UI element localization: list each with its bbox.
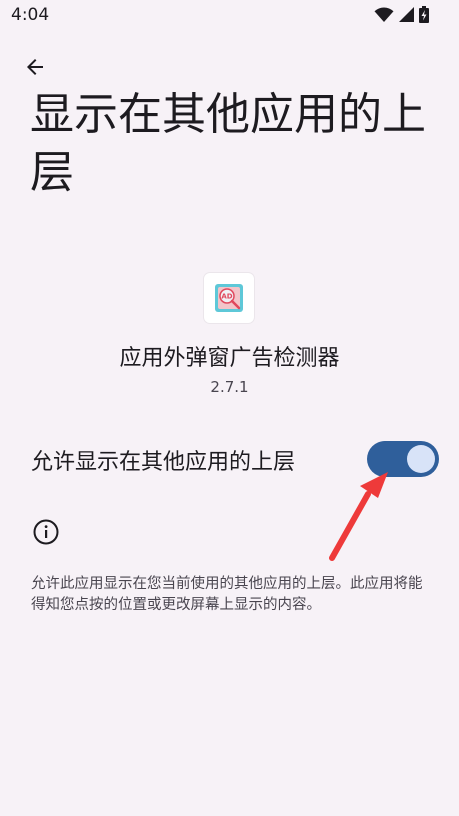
signal-icon <box>399 7 414 22</box>
status-bar: 4:04 <box>0 0 459 32</box>
page-title: 显示在其他应用的上层 <box>30 89 426 198</box>
app-icon: AD <box>204 273 254 323</box>
back-button[interactable] <box>14 48 56 86</box>
arrow-left-icon <box>27 59 43 75</box>
svg-text:AD: AD <box>221 293 232 301</box>
permission-description: 允许此应用显示在您当前使用的其他应用的上层。此应用将能得知您点按的位置或更改屏幕… <box>31 576 423 613</box>
info-icon <box>33 519 59 545</box>
battery-charging-icon <box>419 6 429 23</box>
app-version: 2.7.1 <box>210 378 249 396</box>
status-icons <box>374 6 429 23</box>
annotation-arrow-icon <box>329 472 388 561</box>
status-time: 4:04 <box>11 5 50 25</box>
app-name: 应用外弹窗广告检测器 <box>119 346 340 371</box>
toggle-thumb <box>407 445 435 473</box>
wifi-icon <box>374 6 394 22</box>
permission-label: 允许显示在其他应用的上层 <box>31 450 296 475</box>
ad-magnifier-icon: AD <box>215 284 243 312</box>
